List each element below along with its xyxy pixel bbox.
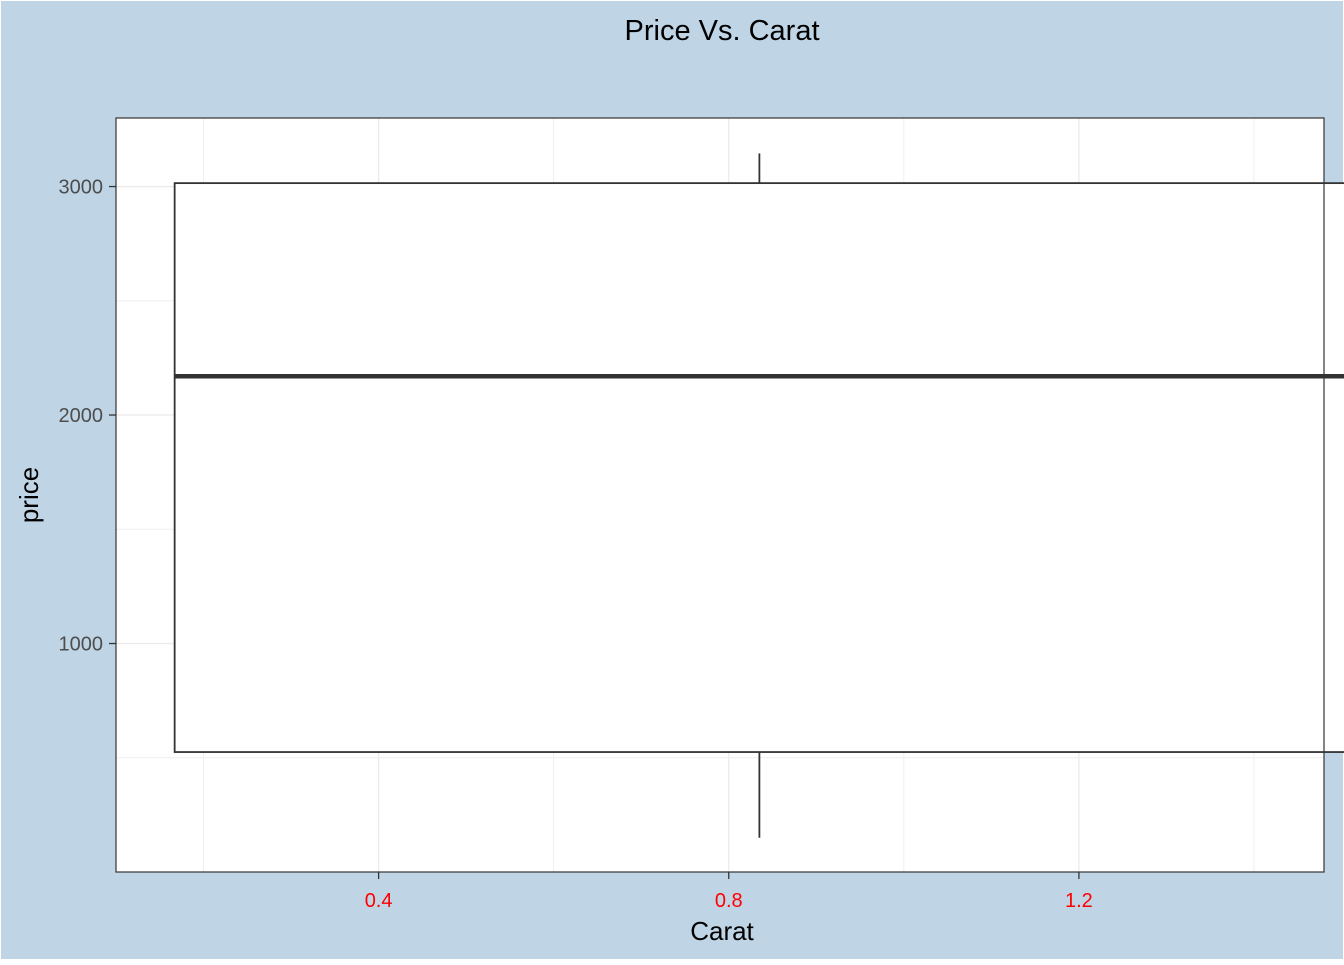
- x-tick-label: 1.2: [1065, 890, 1093, 912]
- x-tick-label: 0.8: [715, 890, 743, 912]
- chart-title: Price Vs. Carat: [625, 15, 820, 47]
- box-layer: [173, 153, 1344, 838]
- boxplot-chart: 0.4 0.8 1.2 1000 2000 3000 Price Vs. Carat Ca…: [1, 1, 1344, 959]
- y-tick-label: 2000: [59, 405, 104, 427]
- y-tick-label: 1000: [59, 634, 104, 656]
- y-axis-label: price: [14, 467, 44, 523]
- chart: 0.4 0.8 1.2 1000 2000 3000 Price Vs. Carat Ca…: [0, 0, 1344, 960]
- box-iqr: [173, 182, 1344, 753]
- x-axis-label: Carat: [690, 916, 754, 946]
- y-tick-label: 3000: [59, 177, 104, 199]
- x-tick-label: 0.4: [365, 890, 393, 912]
